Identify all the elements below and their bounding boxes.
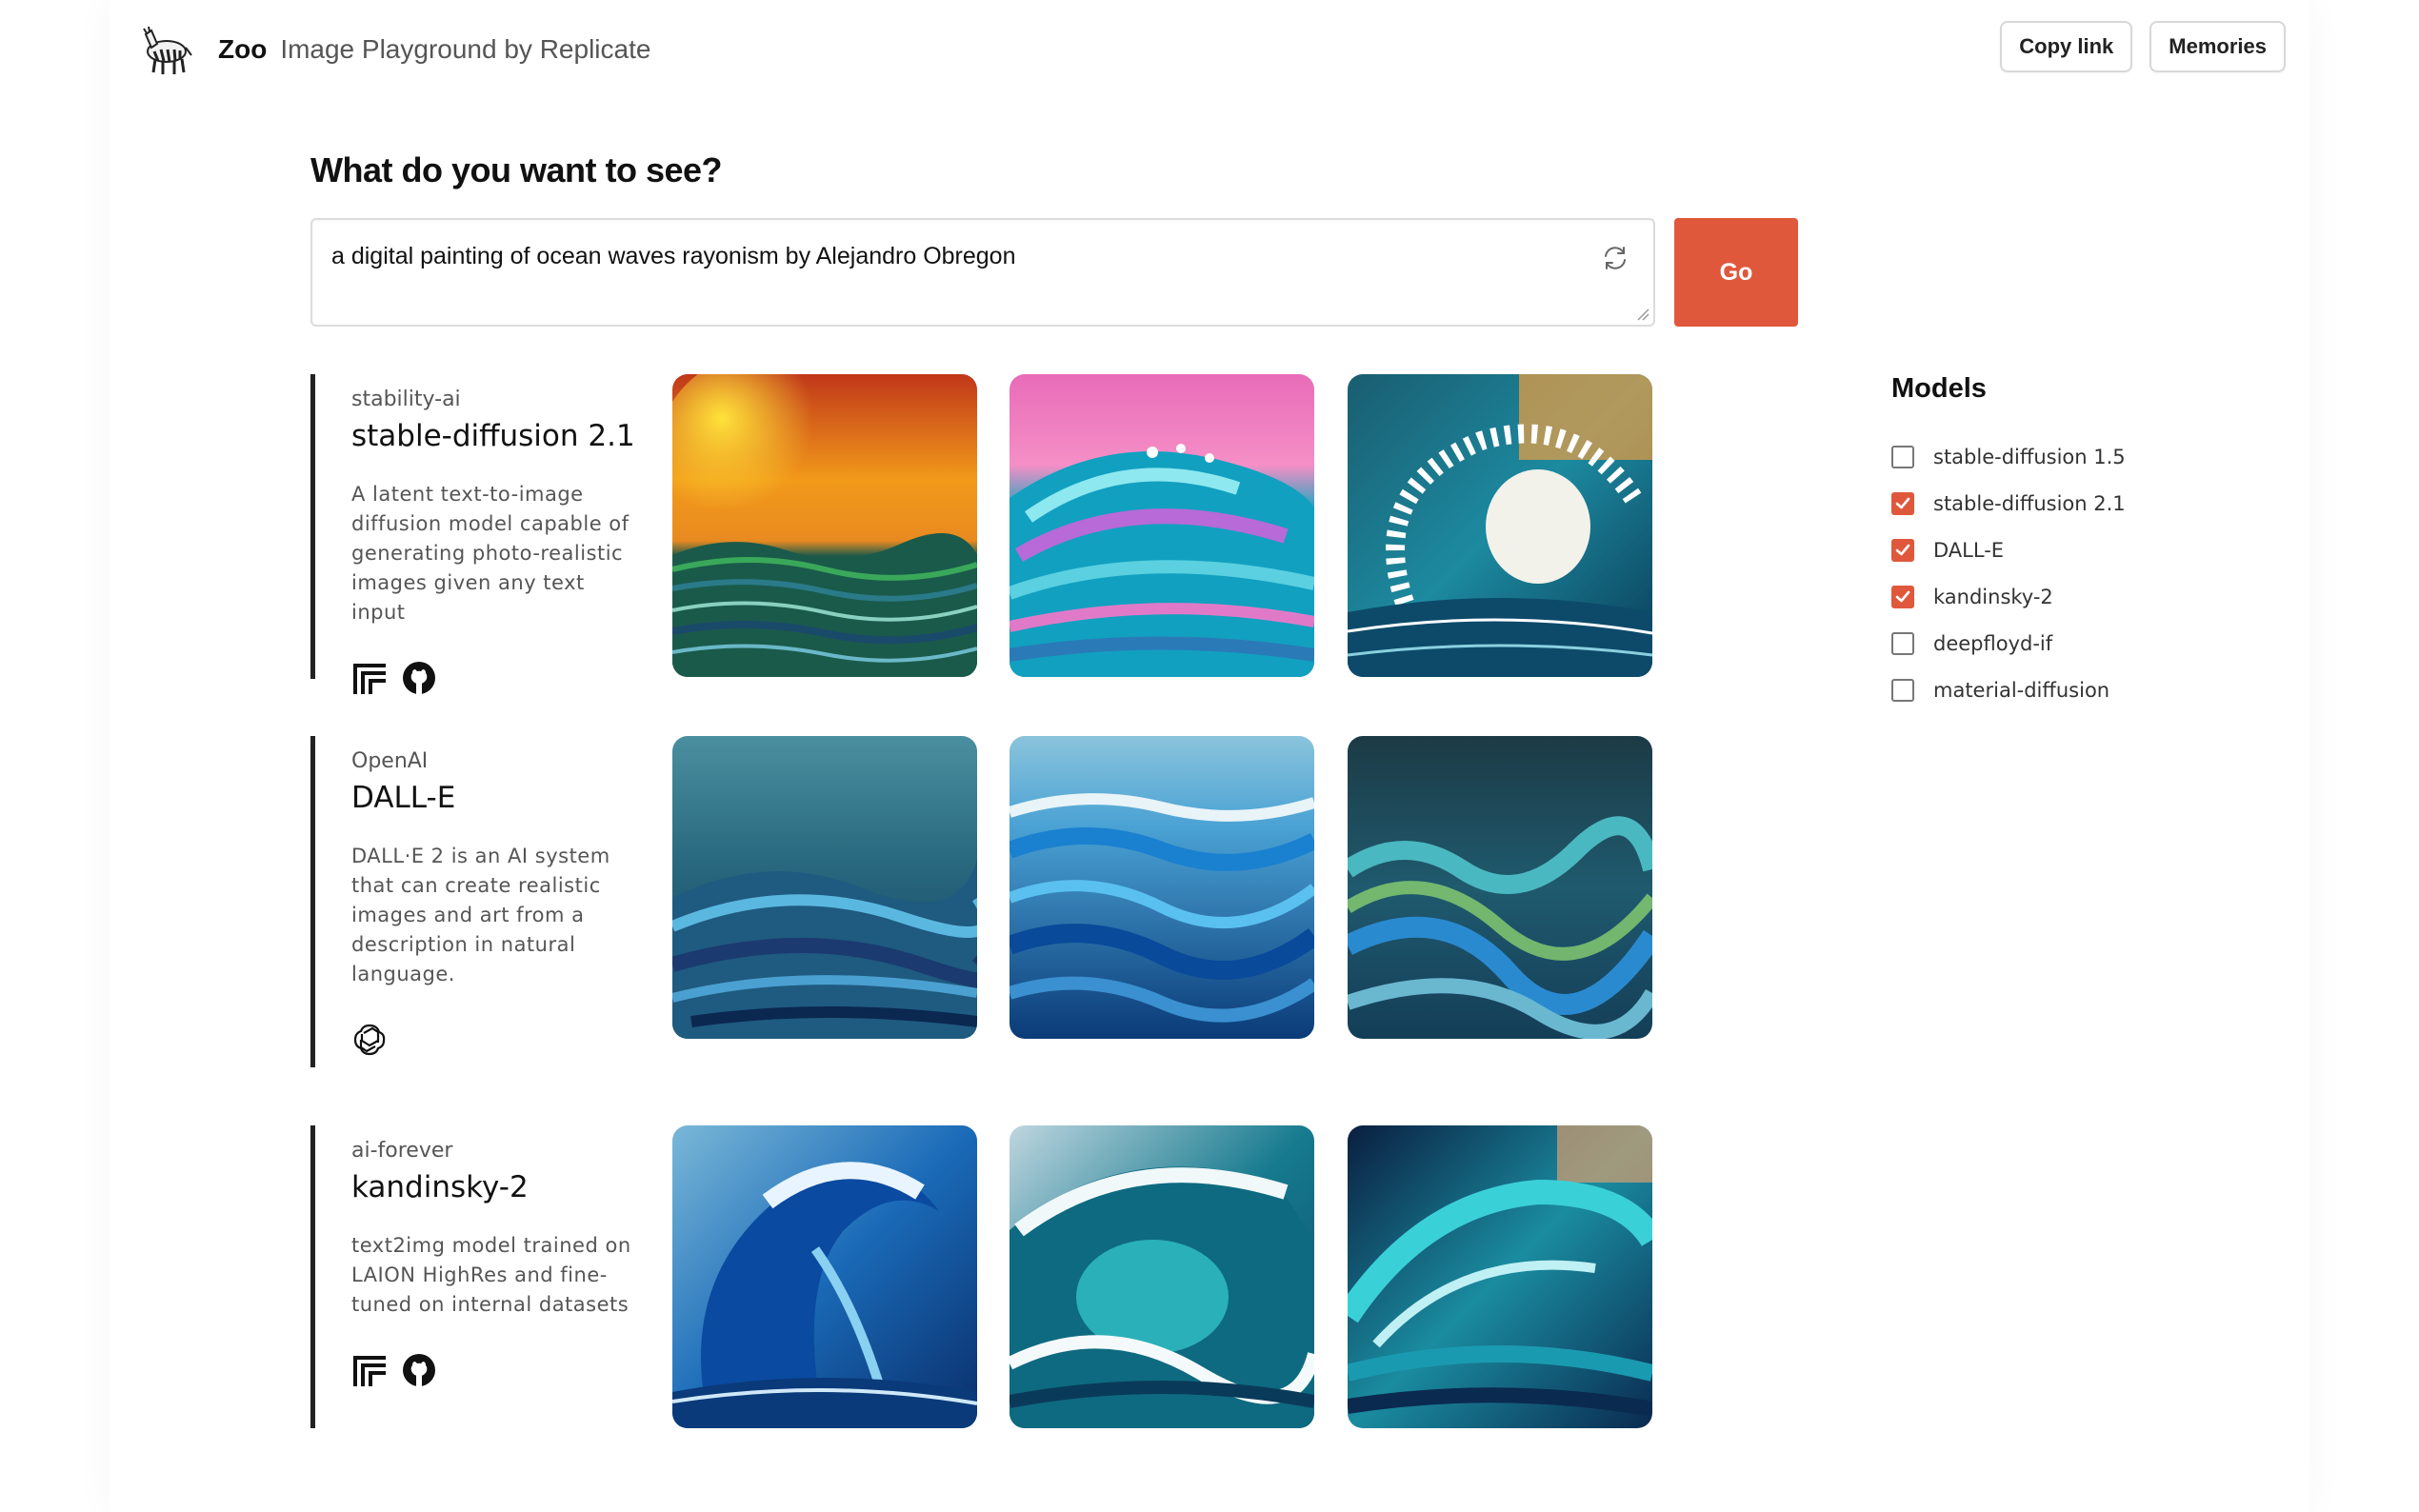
- model-option-label[interactable]: material-diffusion: [1933, 679, 2109, 702]
- generated-image[interactable]: [672, 374, 977, 677]
- model-option-dall-e[interactable]: DALL-E: [1891, 527, 2126, 573]
- generated-image[interactable]: [1348, 736, 1652, 1039]
- generated-image[interactable]: [1348, 374, 1652, 677]
- model-option-deepfloyd-if[interactable]: deepfloyd-if: [1891, 620, 2126, 666]
- model-option-kandinsky-2[interactable]: kandinsky-2: [1891, 573, 2126, 620]
- model-name: DALL-E: [351, 781, 456, 815]
- replicate-icon[interactable]: [351, 660, 388, 696]
- model-info: ai-forever kandinsky-2 text2img model tr…: [310, 1125, 653, 1428]
- prompt-input[interactable]: a digital painting of ocean waves rayoni…: [310, 218, 1655, 327]
- generated-image[interactable]: [1010, 736, 1314, 1039]
- checkbox[interactable]: [1891, 538, 1914, 562]
- model-description: A latent text-to-image diffusion model c…: [351, 483, 630, 624]
- checkbox[interactable]: [1891, 491, 1914, 515]
- zebra-icon[interactable]: [138, 23, 195, 76]
- model-option-material-diffusion[interactable]: material-diffusion: [1891, 666, 2126, 713]
- checkbox[interactable]: [1891, 445, 1914, 468]
- header: Zoo Image Playground by Replicate: [138, 21, 650, 78]
- model-name: stable-diffusion 2.1: [351, 419, 635, 453]
- github-icon[interactable]: [401, 1352, 437, 1388]
- openai-icon[interactable]: [351, 1022, 388, 1058]
- model-description: text2img model trained on LAION HighRes …: [351, 1234, 631, 1316]
- checkbox[interactable]: [1891, 631, 1914, 655]
- model-description: DALL·E 2 is an AI system that can create…: [351, 845, 610, 985]
- generated-image[interactable]: [1010, 1125, 1314, 1428]
- generated-image[interactable]: [1348, 1125, 1652, 1428]
- top-actions: Copy link Memories: [2000, 21, 2286, 72]
- checkmark-icon: [1895, 497, 1910, 508]
- model-org: stability-ai: [351, 388, 461, 411]
- model-option-label[interactable]: DALL-E: [1933, 539, 2004, 562]
- model-option-stable-diffusion-1-5[interactable]: stable-diffusion 1.5: [1891, 433, 2126, 480]
- model-links: [351, 1352, 653, 1388]
- brand-tagline: Image Playground by Replicate: [280, 34, 651, 64]
- checkbox[interactable]: [1891, 678, 1914, 702]
- checkbox[interactable]: [1891, 585, 1914, 608]
- github-icon[interactable]: [401, 660, 437, 696]
- go-button[interactable]: Go: [1674, 218, 1798, 327]
- model-checkbox-list: stable-diffusion 1.5 stable-diffusion 2.…: [1891, 433, 2126, 713]
- resize-grip-icon[interactable]: [1636, 308, 1649, 321]
- model-org: ai-forever: [351, 1139, 453, 1163]
- copy-link-button[interactable]: Copy link: [2000, 21, 2133, 72]
- prompt-question: What do you want to see?: [310, 150, 723, 189]
- brand-name: Zoo: [218, 34, 268, 64]
- model-option-label[interactable]: kandinsky-2: [1933, 586, 2053, 608]
- model-org: OpenAI: [351, 749, 429, 773]
- replicate-icon[interactable]: [351, 1352, 388, 1388]
- checkmark-icon: [1895, 544, 1910, 555]
- model-option-label[interactable]: stable-diffusion 2.1: [1933, 492, 2126, 515]
- model-links: [351, 1022, 653, 1058]
- generated-image[interactable]: [672, 736, 977, 1039]
- model-option-label[interactable]: stable-diffusion 1.5: [1933, 446, 2126, 468]
- model-option-label[interactable]: deepfloyd-if: [1933, 632, 2052, 655]
- refresh-icon[interactable]: [1600, 243, 1630, 273]
- model-option-stable-diffusion-2-1[interactable]: stable-diffusion 2.1: [1891, 480, 2126, 527]
- generated-image[interactable]: [1010, 374, 1314, 677]
- prompt-text[interactable]: a digital painting of ocean waves rayoni…: [331, 243, 1016, 270]
- memories-button[interactable]: Memories: [2149, 21, 2286, 72]
- generated-image[interactable]: [672, 1125, 977, 1428]
- model-info: stability-ai stable-diffusion 2.1 A late…: [310, 374, 653, 694]
- model-info: OpenAI DALL-E DALL·E 2 is an AI system t…: [310, 736, 653, 1067]
- model-name: kandinsky-2: [351, 1170, 529, 1204]
- checkmark-icon: [1895, 590, 1910, 602]
- model-links: [351, 660, 653, 696]
- models-heading: Models: [1891, 373, 1987, 404]
